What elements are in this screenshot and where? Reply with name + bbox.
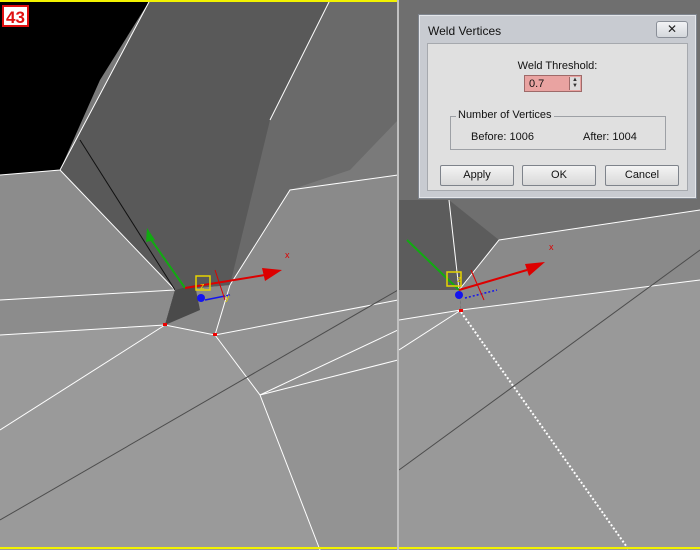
x-axis-label: x: [285, 250, 290, 260]
weld-threshold-label: Weld Threshold:: [517, 60, 598, 72]
ok-button[interactable]: OK: [522, 165, 596, 186]
cancel-button[interactable]: Cancel: [605, 165, 679, 186]
dialog-body: Weld Threshold: ▲ ▼ Number of Vertices B…: [427, 43, 688, 191]
before-label: Before:: [471, 131, 507, 143]
viewport-divider: [397, 0, 399, 550]
vertex-marker: [213, 333, 217, 336]
after-label: After:: [583, 131, 610, 143]
active-viewport-frame-top: [0, 0, 398, 2]
weld-threshold-spinner[interactable]: ▲ ▼: [569, 77, 580, 90]
step-badge: 43: [2, 5, 29, 27]
close-button[interactable]: ✕: [656, 21, 688, 38]
after-count: After: 1004: [583, 131, 637, 143]
z-axis-label: z: [457, 274, 462, 284]
active-viewport-frame-bottom: [0, 547, 700, 549]
vertex-count-group-title: Number of Vertices: [456, 109, 554, 121]
weld-threshold-input[interactable]: [527, 77, 571, 90]
weld-vertices-dialog: Weld Vertices ✕ Weld Threshold: ▲ ▼ Numb…: [418, 14, 697, 199]
vertex-count-group: Number of Vertices Before: 1006 After: 1…: [450, 109, 666, 150]
before-value: 1006: [509, 131, 535, 143]
apply-button[interactable]: Apply: [440, 165, 514, 186]
dialog-title: Weld Vertices: [428, 24, 502, 38]
left-viewport[interactable]: x y z 43: [0, 0, 398, 550]
left-mesh: x y z: [0, 0, 398, 550]
x-axis-label: x: [549, 242, 554, 252]
z-axis-label: z: [200, 281, 205, 291]
vertex-marker: [459, 309, 463, 312]
before-count: Before: 1006: [471, 131, 534, 143]
y-axis-label: y: [225, 292, 230, 302]
close-icon: ✕: [666, 22, 678, 36]
weld-threshold-field: ▲ ▼: [524, 75, 582, 92]
spinner-down-icon[interactable]: ▼: [570, 83, 580, 89]
after-value: 1004: [612, 131, 637, 143]
vertex-marker: [163, 323, 167, 326]
